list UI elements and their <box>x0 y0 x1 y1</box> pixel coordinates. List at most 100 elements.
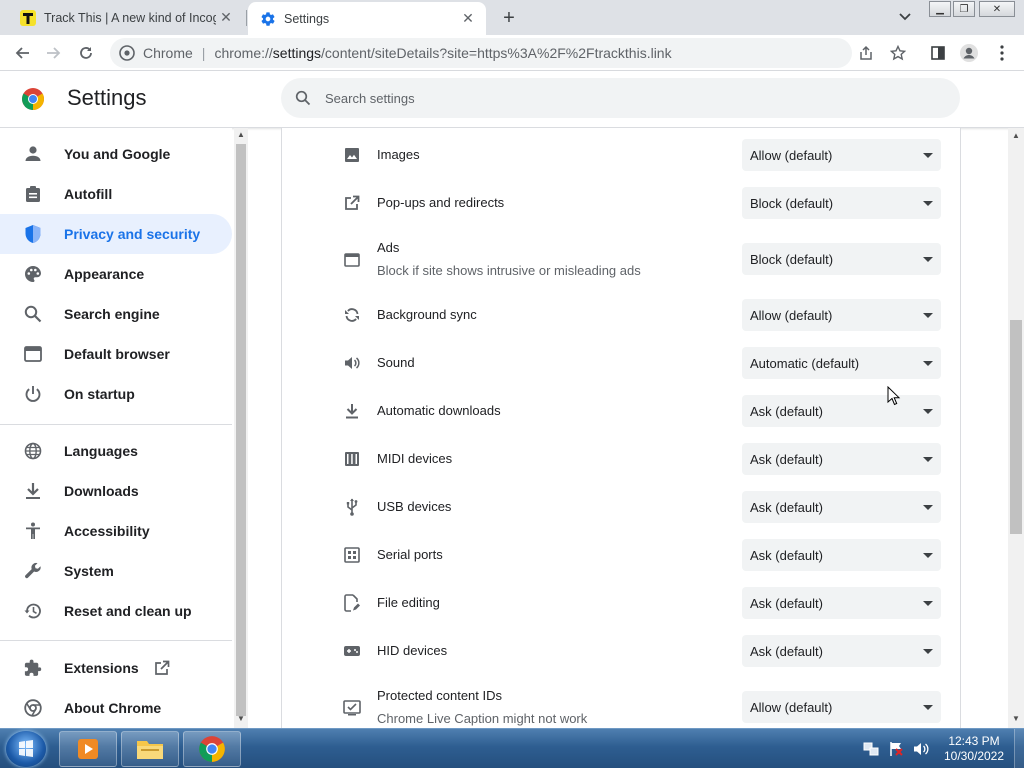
address-bar[interactable]: Chrome | chrome://settings/content/siteD… <box>110 38 852 68</box>
sidebar-item-autofill[interactable]: Autofill <box>0 174 232 214</box>
permission-select-hid-devices[interactable]: Ask (default) <box>742 635 941 667</box>
new-tab-plus-icon[interactable]: + <box>497 6 521 30</box>
restore-icon[interactable]: ❐ <box>953 1 975 17</box>
permission-row-images: Images Allow (default) <box>282 138 960 172</box>
search-input[interactable] <box>325 90 925 106</box>
sidebar-item-you-and-google[interactable]: You and Google <box>0 134 232 174</box>
sidebar-item-label: Accessibility <box>64 523 150 539</box>
scroll-down-arrow-icon[interactable]: ▼ <box>236 714 246 724</box>
select-value: Automatic (default) <box>750 355 860 371</box>
permission-select-protected-content[interactable]: Allow (default) <box>742 691 941 723</box>
sidebar-item-search-engine[interactable]: Search engine <box>0 294 232 334</box>
taskbar-clock[interactable]: 12:43 PM 10/30/2022 <box>938 734 1010 764</box>
select-value: Block (default) <box>750 195 834 211</box>
select-value: Ask (default) <box>750 547 823 563</box>
close-tab-icon[interactable]: ✕ <box>216 8 236 28</box>
tab-title: Settings <box>284 11 330 26</box>
permission-label: Serial ports <box>377 547 443 562</box>
sidebar-item-on-startup[interactable]: On startup <box>0 374 232 414</box>
tab-track-this[interactable]: Track This | A new kind of Incogn ✕ <box>8 0 244 35</box>
permission-label: Images <box>377 147 420 162</box>
dropdown-caret-icon <box>923 504 933 510</box>
open-external-icon <box>342 193 362 213</box>
bookmark-star-icon[interactable] <box>886 41 910 65</box>
sidebar-item-appearance[interactable]: Appearance <box>0 254 232 294</box>
permission-subtitle: Block if site shows intrusive or mislead… <box>377 263 641 278</box>
page-scrollbar[interactable]: ▲ ▼ <box>1008 128 1024 728</box>
sidebar-scrollbar[interactable]: ▲ ▼ <box>234 128 248 728</box>
permission-select-sound[interactable]: Automatic (default) <box>742 347 941 379</box>
permission-label: HID devices <box>377 643 448 658</box>
sidebar-item-default-browser[interactable]: Default browser <box>0 334 232 374</box>
permission-select-automatic-downloads[interactable]: Ask (default) <box>742 395 941 427</box>
reload-icon[interactable] <box>74 41 98 65</box>
ads-window-icon <box>342 250 362 270</box>
gear-icon <box>260 11 276 27</box>
minimize-icon[interactable]: ▁ <box>929 1 951 17</box>
permission-select-serial-ports[interactable]: Ask (default) <box>742 539 941 571</box>
permission-select-ads[interactable]: Block (default) <box>742 243 941 275</box>
action-center-flag-icon[interactable] <box>887 740 905 758</box>
tab-search-chevron-icon[interactable] <box>894 6 916 28</box>
sidebar-scrollbar-thumb[interactable] <box>236 144 246 716</box>
show-desktop-button[interactable] <box>1014 729 1024 768</box>
permission-title: Protected content IDs <box>377 688 503 703</box>
file-edit-icon <box>342 593 362 613</box>
profile-avatar-icon[interactable] <box>957 41 981 65</box>
more-menu-icon[interactable] <box>990 41 1014 65</box>
sidebar-item-accessibility[interactable]: Accessibility <box>0 511 232 551</box>
sidebar-item-reset-and-clean-up[interactable]: Reset and clean up <box>0 591 232 631</box>
forward-arrow-icon[interactable] <box>42 41 66 65</box>
select-value: Allow (default) <box>750 147 833 163</box>
sidebar-item-about-chrome[interactable]: About Chrome <box>0 688 232 728</box>
scroll-up-arrow-icon[interactable]: ▲ <box>236 130 246 140</box>
dropdown-caret-icon <box>923 256 933 262</box>
permission-subtitle: Chrome Live Caption might not work <box>377 711 588 726</box>
permission-row-midi-devices: MIDI devices Ask (default) <box>282 442 960 476</box>
system-tray <box>862 729 937 768</box>
sidebar-item-label: Reset and clean up <box>64 603 192 619</box>
permission-select-usb-devices[interactable]: Ask (default) <box>742 491 941 523</box>
search-settings-box[interactable] <box>281 78 960 118</box>
sidebar-item-languages[interactable]: Languages <box>0 431 232 471</box>
sidebar-item-extensions[interactable]: Extensions <box>0 648 232 688</box>
back-arrow-icon[interactable] <box>10 41 34 65</box>
download-icon <box>342 401 362 421</box>
mouse-cursor-icon <box>887 386 901 406</box>
sidebar-item-label: Search engine <box>64 306 160 322</box>
dropdown-caret-icon <box>923 200 933 206</box>
sidebar-item-downloads[interactable]: Downloads <box>0 471 232 511</box>
media-player-icon[interactable] <box>59 731 117 767</box>
side-panel-icon[interactable] <box>926 41 950 65</box>
volume-icon[interactable] <box>912 740 930 758</box>
close-window-icon[interactable]: ✕ <box>979 1 1015 17</box>
chrome-taskbar-icon[interactable] <box>183 731 241 767</box>
permission-select-background-sync[interactable]: Allow (default) <box>742 299 941 331</box>
dropdown-caret-icon <box>923 360 933 366</box>
dropdown-caret-icon <box>923 152 933 158</box>
share-icon[interactable] <box>854 41 878 65</box>
permission-select-images[interactable]: Allow (default) <box>742 139 941 171</box>
wrench-icon <box>23 561 43 581</box>
dropdown-caret-icon <box>923 600 933 606</box>
permission-row-ads: Ads Block if site shows intrusive or misl… <box>282 236 960 280</box>
permission-select-popups[interactable]: Block (default) <box>742 187 941 219</box>
page-scrollbar-thumb[interactable] <box>1010 320 1022 534</box>
sidebar-item-system[interactable]: System <box>0 551 232 591</box>
permission-select-midi-devices[interactable]: Ask (default) <box>742 443 941 475</box>
tab-separator <box>246 10 247 26</box>
start-button-windows-icon[interactable] <box>6 731 46 767</box>
permission-select-file-editing[interactable]: Ask (default) <box>742 587 941 619</box>
file-explorer-icon[interactable] <box>121 731 179 767</box>
sidebar-divider <box>0 640 232 641</box>
dropdown-caret-icon <box>923 648 933 654</box>
sidebar-item-privacy-and-security[interactable]: Privacy and security <box>0 214 232 254</box>
sync-icon <box>342 305 362 325</box>
permission-row-protected-content: Protected content IDs Chrome Live Caption… <box>282 684 960 728</box>
tab-settings[interactable]: Settings ✕ <box>248 2 486 35</box>
scroll-down-arrow-icon[interactable]: ▼ <box>1011 714 1021 724</box>
settings-sidebar: You and Google Autofill Privacy and secu… <box>0 128 232 728</box>
close-tab-icon[interactable]: ✕ <box>458 9 478 29</box>
network-icon[interactable] <box>862 740 880 758</box>
scroll-up-arrow-icon[interactable]: ▲ <box>1011 131 1021 141</box>
